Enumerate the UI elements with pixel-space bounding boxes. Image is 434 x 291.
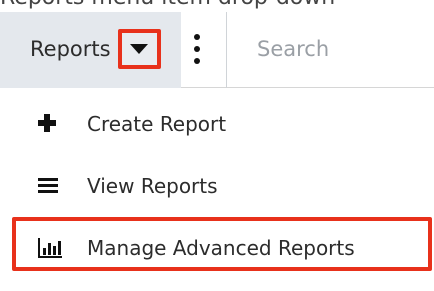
list-icon [38, 178, 58, 194]
menu-item-label: View Reports [87, 174, 218, 198]
caret-down-icon [130, 44, 148, 54]
search-input[interactable]: Search [257, 34, 329, 64]
menu-item-create-report[interactable]: Create Report [0, 94, 434, 156]
more-options-icon[interactable] [191, 34, 203, 64]
reports-tab-label: Reports [30, 37, 111, 61]
cropped-caption: Reports menu item drop-down [0, 0, 434, 10]
navbar-divider [226, 12, 227, 88]
menu-item-label: Create Report [87, 112, 227, 136]
highlight-annotation-box [12, 217, 432, 271]
reports-dropdown-toggle[interactable] [118, 29, 161, 69]
menu-item-view-reports[interactable]: View Reports [0, 156, 434, 218]
top-navigation-bar: Reports Search [0, 12, 434, 88]
plus-icon [38, 114, 56, 132]
reports-module-tab[interactable]: Reports [0, 12, 181, 88]
